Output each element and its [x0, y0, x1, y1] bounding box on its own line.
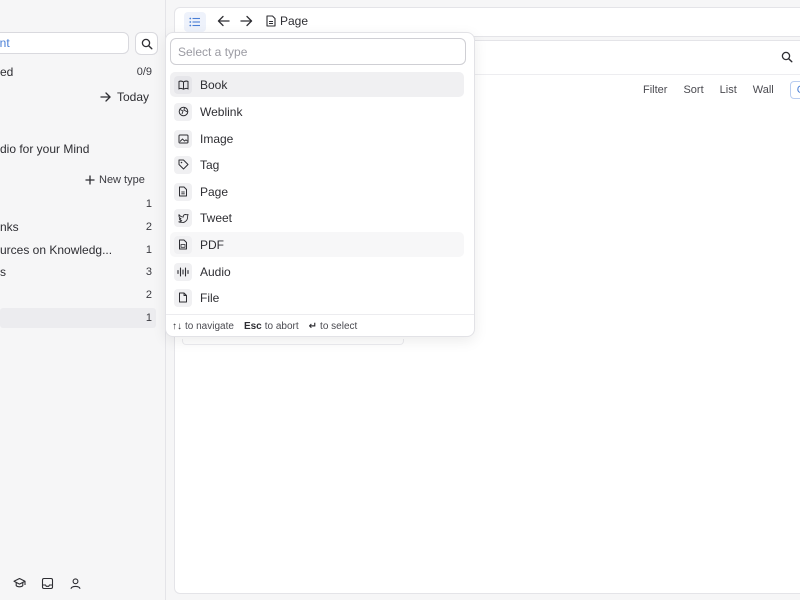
book-icon: [174, 75, 192, 94]
sidebar-item-unprocessed[interactable]: ed 0/9: [0, 62, 156, 82]
plus-icon: [85, 175, 95, 185]
abort-label: to abort: [264, 320, 299, 332]
sidebar-type-item[interactable]: urces on Knowledg... 1: [0, 240, 156, 260]
list-view-button[interactable]: List: [720, 82, 737, 98]
toggle-list-button[interactable]: [184, 12, 206, 32]
sidebar-item-count: 1: [145, 198, 152, 210]
wall-view-button[interactable]: Wall: [753, 82, 774, 98]
breadcrumb-page[interactable]: Page: [266, 14, 308, 28]
sidebar-search-input[interactable]: ent: [0, 32, 129, 54]
sidebar-type-item[interactable]: 2: [0, 285, 156, 305]
search-icon: [141, 38, 153, 50]
type-option-file[interactable]: File: [170, 285, 464, 310]
sidebar-item-label: ed: [0, 65, 14, 79]
graduation-cap-icon[interactable]: [12, 576, 26, 590]
today-link[interactable]: Today: [100, 87, 149, 107]
sidebar-item-pinned[interactable]: dio for your Mind: [0, 139, 156, 159]
type-option-label: Audio: [200, 264, 231, 279]
type-option-label: PDF: [200, 237, 224, 252]
type-option-label: Tweet: [200, 210, 233, 225]
sidebar-item-count: 3: [145, 266, 152, 278]
user-icon[interactable]: [68, 576, 82, 590]
weblink-icon: [174, 102, 192, 121]
sidebar-item-label: nks: [0, 220, 19, 234]
page-icon: [174, 182, 192, 201]
type-option-page[interactable]: Page: [170, 179, 464, 204]
list-icon: [189, 17, 201, 27]
type-option-book[interactable]: Book: [170, 72, 464, 97]
abort-key: Esc: [243, 320, 262, 332]
tweet-icon: [174, 208, 192, 227]
navigate-label: to navigate: [185, 320, 234, 332]
type-option-label: Tag: [200, 157, 220, 172]
select-hint: ↵ to select: [309, 321, 358, 332]
new-type-button[interactable]: New type: [85, 171, 145, 189]
navigate-hint: ↑↓ to navigate: [172, 321, 234, 332]
filter-button[interactable]: Filter: [643, 82, 667, 98]
card-placeholder: [182, 339, 404, 345]
type-option-tweet[interactable]: Tweet: [170, 205, 464, 230]
type-option-image[interactable]: Image: [170, 126, 464, 151]
type-option-label: Image: [200, 131, 234, 146]
select-key: ↵: [308, 320, 318, 332]
forward-arrow-icon[interactable]: [240, 15, 253, 27]
sidebar-type-item[interactable]: s 3: [0, 262, 156, 282]
gallery-view-button[interactable]: Gal: [789, 81, 800, 99]
select-label: to select: [320, 320, 358, 332]
navigate-keys: ↑↓: [172, 320, 182, 332]
today-label: Today: [117, 90, 150, 104]
sidebar-item-count: 1: [145, 244, 152, 256]
sidebar-item-count: 2: [145, 221, 152, 233]
sidebar-search-button[interactable]: [135, 32, 158, 55]
search-icon[interactable]: [781, 51, 793, 63]
type-option-tag[interactable]: Tag: [170, 152, 464, 177]
sidebar-item-count: 1: [145, 312, 152, 324]
sidebar-item-label: s: [0, 265, 6, 279]
breadcrumb-label: Page: [280, 14, 309, 28]
type-option-label: Page: [200, 184, 229, 199]
back-arrow-icon[interactable]: [217, 15, 230, 27]
keyboard-hints: ↑↓ to navigate Esc to abort ↵ to select: [166, 314, 474, 337]
file-icon: [174, 288, 192, 307]
type-picker-popup: Book Weblink Image Tag Page Tweet: [165, 32, 475, 337]
type-option-label: Weblink: [200, 104, 243, 119]
sidebar-item-label: urces on Knowledg...: [0, 243, 113, 257]
type-option-label: File: [200, 290, 220, 305]
inbox-icon[interactable]: [40, 576, 54, 590]
sidebar-type-item[interactable]: nks 2: [0, 217, 156, 237]
abort-hint: Esc to abort: [244, 321, 299, 332]
sidebar-footer: [12, 576, 82, 590]
type-option-weblink[interactable]: Weblink: [170, 99, 464, 124]
view-toolbar: Filter Sort List Wall Gal: [643, 81, 800, 99]
sidebar-item-count: 0/9: [136, 66, 152, 78]
sidebar: ent ed 0/9 Today dio for your Mind New t…: [0, 0, 166, 600]
image-icon: [174, 129, 192, 148]
type-search-input[interactable]: [170, 38, 466, 65]
tag-icon: [174, 155, 192, 174]
sidebar-type-item[interactable]: 1: [0, 194, 156, 214]
type-option-audio[interactable]: Audio: [170, 259, 464, 284]
sidebar-type-item-selected[interactable]: 1: [0, 308, 156, 328]
arrow-right-icon: [100, 92, 111, 102]
pdf-icon: [174, 235, 192, 254]
type-option-pdf[interactable]: PDF: [170, 232, 464, 257]
new-type-label: New type: [99, 174, 145, 186]
type-option-label: Book: [200, 77, 228, 92]
sidebar-item-count: 2: [145, 289, 152, 301]
page-icon: [266, 15, 276, 27]
sidebar-item-label: dio for your Mind: [0, 142, 90, 156]
sort-button[interactable]: Sort: [683, 82, 703, 98]
audio-icon: [174, 262, 192, 281]
